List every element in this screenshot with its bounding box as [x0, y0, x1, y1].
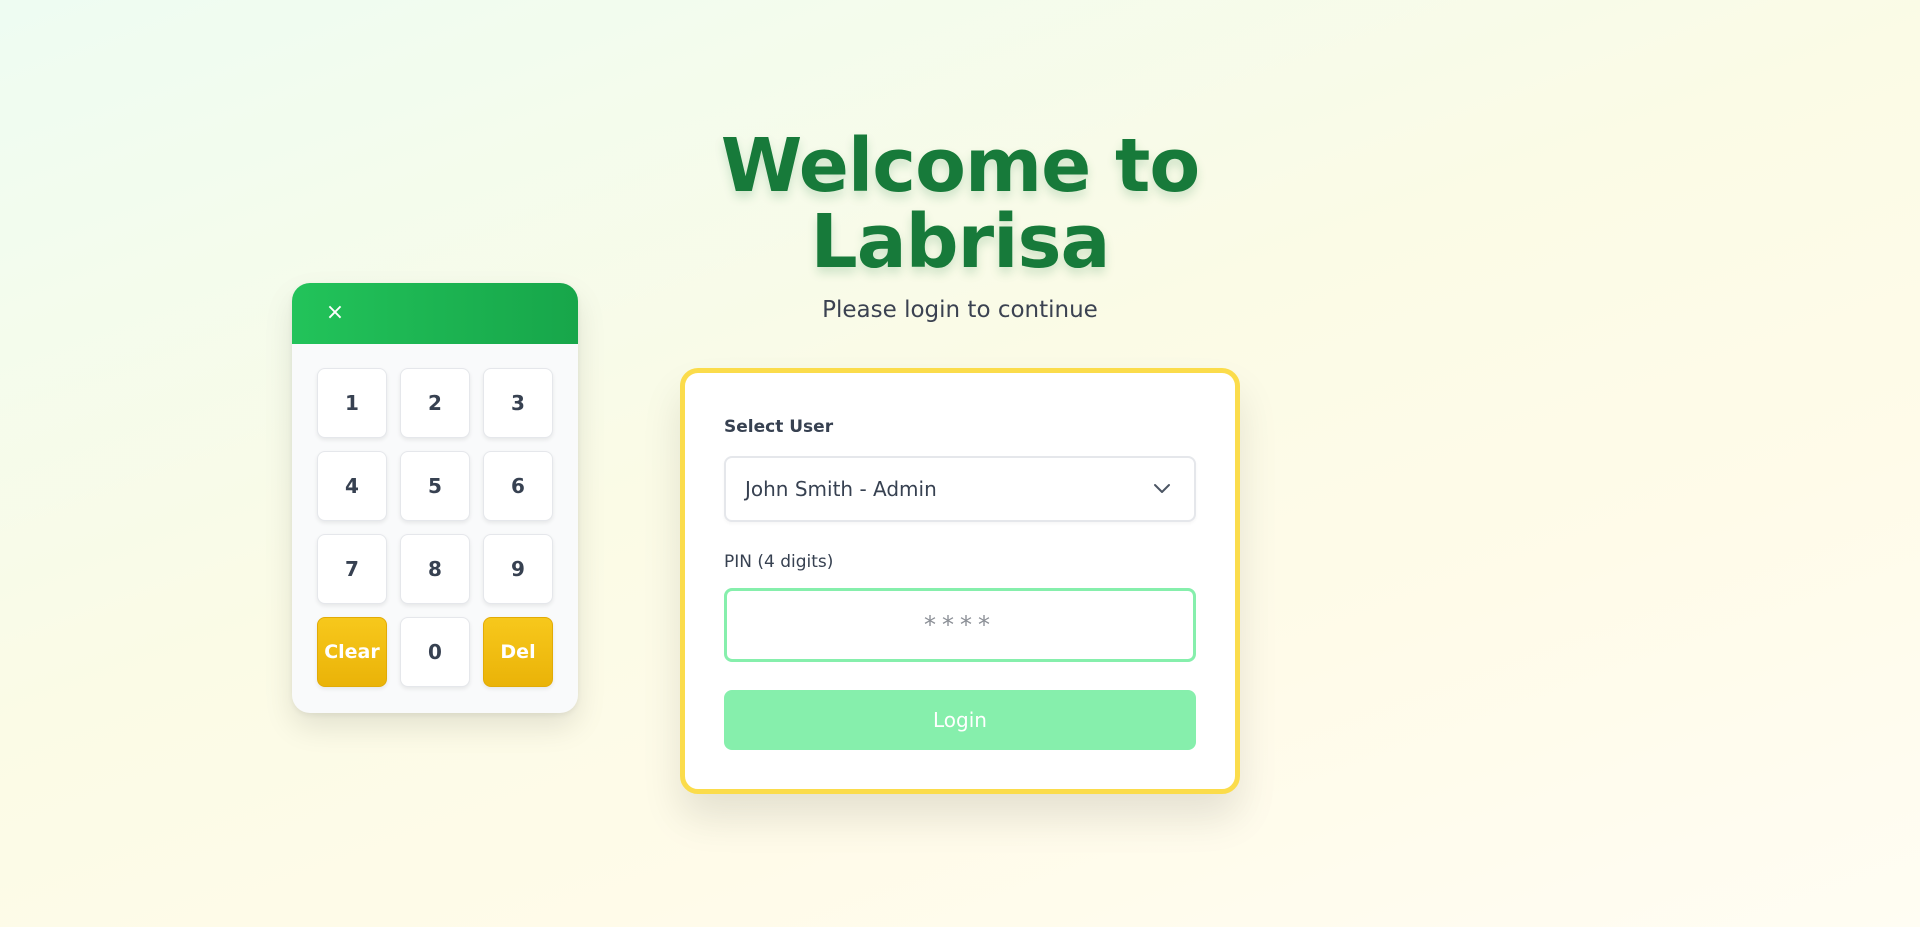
login-card: Select User John Smith - Admin PIN (4 di… — [680, 368, 1240, 794]
key-5[interactable]: 5 — [400, 451, 470, 521]
key-0[interactable]: 0 — [400, 617, 470, 687]
title-line-1: Welcome to — [720, 123, 1201, 209]
select-user-label: Select User — [724, 417, 834, 437]
close-icon[interactable]: × — [322, 300, 348, 326]
login-button[interactable]: Login — [724, 690, 1196, 750]
key-2[interactable]: 2 — [400, 368, 470, 438]
pin-keypad: × 1 2 3 4 5 6 7 8 9 Clear 0 Del — [292, 283, 578, 713]
page-subtitle: Please login to continue — [822, 297, 1098, 323]
chevron-down-icon — [1154, 484, 1170, 493]
keypad-grid: 1 2 3 4 5 6 7 8 9 Clear 0 Del — [317, 368, 553, 687]
title-line-2: Labrisa — [810, 199, 1111, 285]
key-7[interactable]: 7 — [317, 534, 387, 604]
selected-user-value: John Smith - Admin — [745, 477, 937, 501]
delete-button[interactable]: Del — [483, 617, 553, 687]
clear-button[interactable]: Clear — [317, 617, 387, 687]
page-title: Welcome to Labrisa — [0, 128, 1920, 280]
pin-input[interactable] — [724, 588, 1196, 662]
keypad-header: × — [292, 283, 578, 344]
user-select[interactable]: John Smith - Admin — [724, 456, 1196, 522]
key-9[interactable]: 9 — [483, 534, 553, 604]
key-4[interactable]: 4 — [317, 451, 387, 521]
pin-label: PIN (4 digits) — [724, 552, 834, 572]
key-6[interactable]: 6 — [483, 451, 553, 521]
key-8[interactable]: 8 — [400, 534, 470, 604]
key-3[interactable]: 3 — [483, 368, 553, 438]
key-1[interactable]: 1 — [317, 368, 387, 438]
